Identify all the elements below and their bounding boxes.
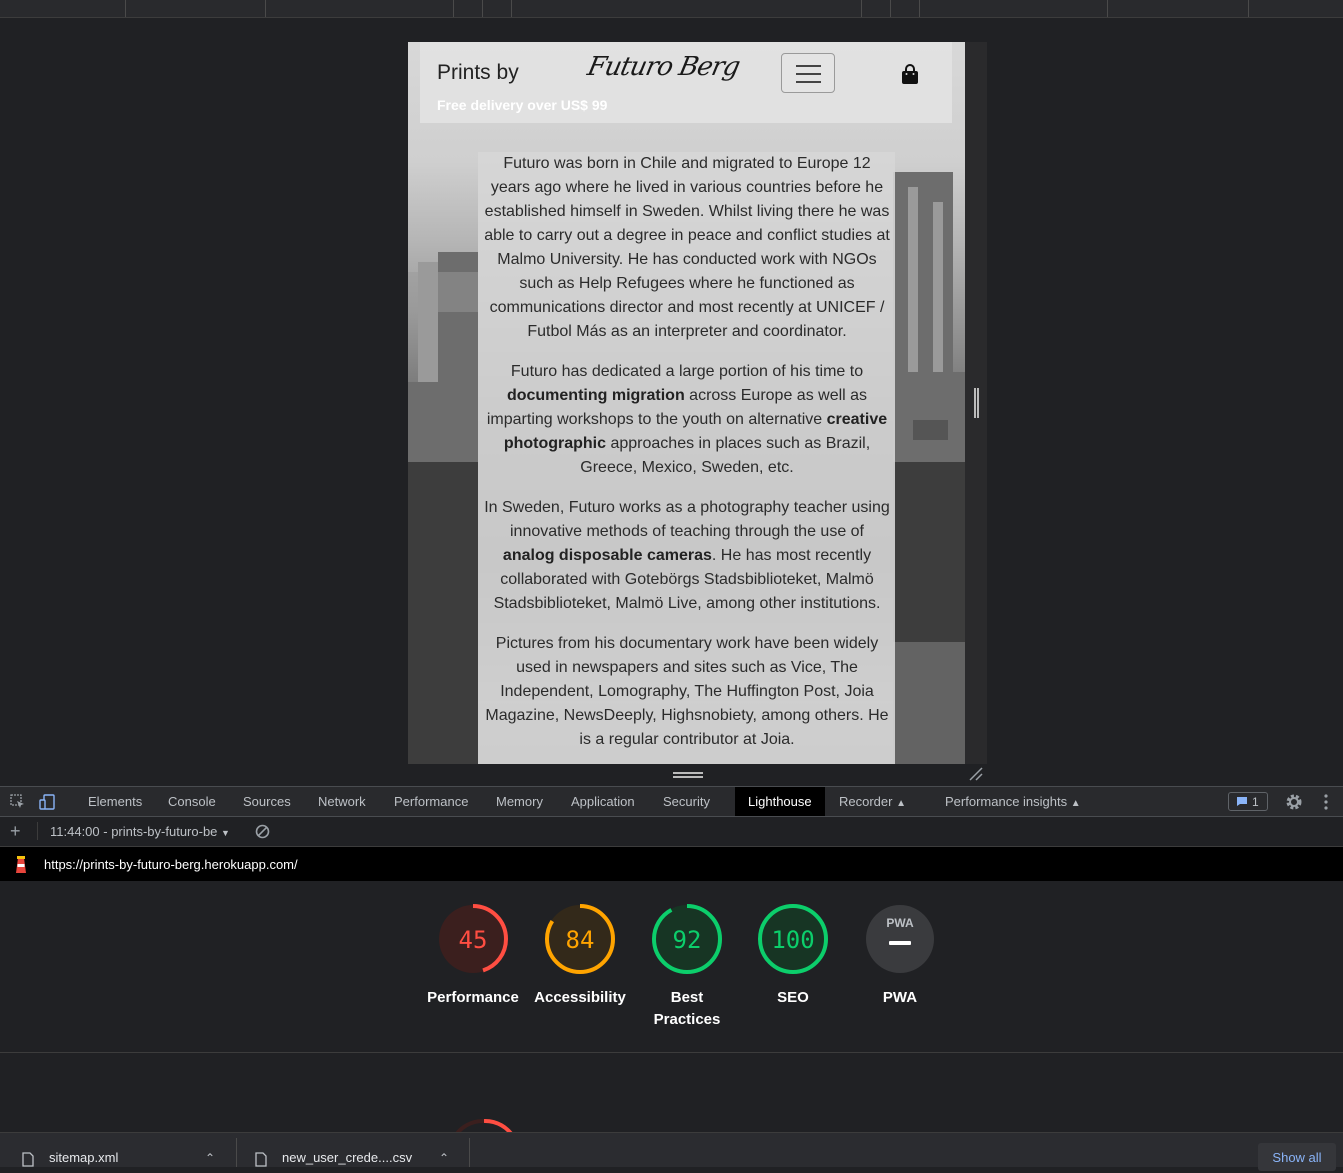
download-item-csv[interactable]: new_user_crede....csv (282, 1150, 412, 1165)
hamburger-menu-button[interactable] (781, 53, 835, 93)
file-icon (22, 1152, 34, 1167)
tab-security[interactable]: Security (663, 787, 710, 816)
tab-sources[interactable]: Sources (243, 787, 291, 816)
gauge-pwa[interactable]: PWA (864, 903, 936, 975)
menu-bar-icon (796, 73, 821, 75)
tab-console[interactable]: Console (168, 787, 216, 816)
experiment-flask-icon: ▲ (1070, 798, 1081, 809)
brand-prefix-text[interactable]: Prints by (437, 61, 519, 85)
tab-performance-insights[interactable]: Performance insights ▲ (945, 787, 1081, 816)
clear-reports-icon[interactable] (255, 824, 270, 839)
more-options-icon[interactable] (1320, 793, 1332, 811)
device-toolbar-icon[interactable] (39, 794, 55, 810)
issues-badge[interactable]: 1 (1228, 792, 1268, 811)
inspect-element-icon[interactable] (10, 794, 26, 810)
gauge-score-value: 100 (771, 926, 814, 954)
viewport-width-resize-handle[interactable] (974, 388, 979, 418)
menu-bar-icon (796, 81, 821, 83)
pwa-badge-text: PWA (886, 916, 914, 930)
viewport-height-resize-handle[interactable] (673, 772, 703, 778)
download-item-sitemap[interactable]: sitemap.xml (49, 1150, 118, 1165)
gauge-seo[interactable]: 100 (757, 903, 829, 975)
about-paragraph-3: In Sweden, Futuro works as a photography… (484, 499, 890, 612)
gauge-accessibility[interactable]: 84 (544, 903, 616, 975)
gauge-performance[interactable]: 45 (437, 903, 509, 975)
about-paragraph-4: Pictures from his documentary work have … (485, 635, 889, 748)
lighthouse-logo-icon (16, 856, 26, 873)
gauge-score-value: 92 (673, 926, 702, 954)
browser-top-strip (0, 0, 1343, 18)
report-selector-dropdown[interactable]: 11:44:00 - prints-by-futuro-be ▼ (50, 824, 230, 839)
gauge-best-practices[interactable]: 92 (651, 903, 723, 975)
shopping-bag-icon[interactable] (900, 64, 920, 86)
gauge-score-value: 84 (566, 926, 595, 954)
gear-icon[interactable] (1285, 793, 1303, 811)
issues-count: 1 (1252, 795, 1259, 809)
pwa-dash-icon (889, 941, 911, 945)
report-url[interactable]: https://prints-by-futuro-berg.herokuapp.… (44, 857, 298, 872)
gauge-label-best-practices: Best Practices (653, 989, 721, 1028)
gauge-score-value: 45 (459, 926, 488, 954)
download-divider (236, 1138, 237, 1167)
chevron-up-icon[interactable]: ⌃ (205, 1151, 215, 1165)
menu-bar-icon (796, 65, 821, 67)
about-paragraph-1: Futuro was born in Chile and migrated to… (484, 155, 890, 340)
gauge-label-performance: Performance (427, 989, 519, 1006)
message-icon (1237, 797, 1247, 806)
gauge-label-seo: SEO (777, 989, 809, 1006)
tab-elements[interactable]: Elements (88, 787, 142, 816)
new-report-plus-icon[interactable]: + (10, 821, 21, 842)
brand-signature-logo[interactable]: Futuro Berg (585, 52, 742, 82)
tab-performance[interactable]: Performance (394, 787, 468, 816)
report-divider (0, 1052, 1343, 1053)
toolbar-divider (37, 822, 38, 840)
experiment-flask-icon: ▲ (896, 798, 906, 809)
dropdown-triangle-icon: ▼ (221, 828, 230, 838)
gauge-label-accessibility: Accessibility (534, 989, 626, 1006)
partial-performance-gauge (455, 1118, 513, 1132)
free-delivery-banner: Free delivery over US$ 99 (437, 97, 608, 113)
chevron-up-icon[interactable]: ⌃ (439, 1151, 449, 1165)
download-divider (469, 1138, 470, 1167)
gauge-label-pwa: PWA (882, 989, 918, 1006)
tab-recorder[interactable]: Recorder ▲ (839, 787, 906, 816)
tab-memory[interactable]: Memory (496, 787, 543, 816)
file-icon (255, 1152, 267, 1167)
tab-application[interactable]: Application (571, 787, 635, 816)
downloads-bar (0, 1132, 1343, 1167)
about-paragraph-2: Futuro has dedicated a large portion of … (486, 363, 888, 476)
tab-lighthouse[interactable]: Lighthouse (735, 787, 825, 816)
resize-corner-icon[interactable] (969, 767, 983, 781)
tab-network[interactable]: Network (318, 787, 366, 816)
